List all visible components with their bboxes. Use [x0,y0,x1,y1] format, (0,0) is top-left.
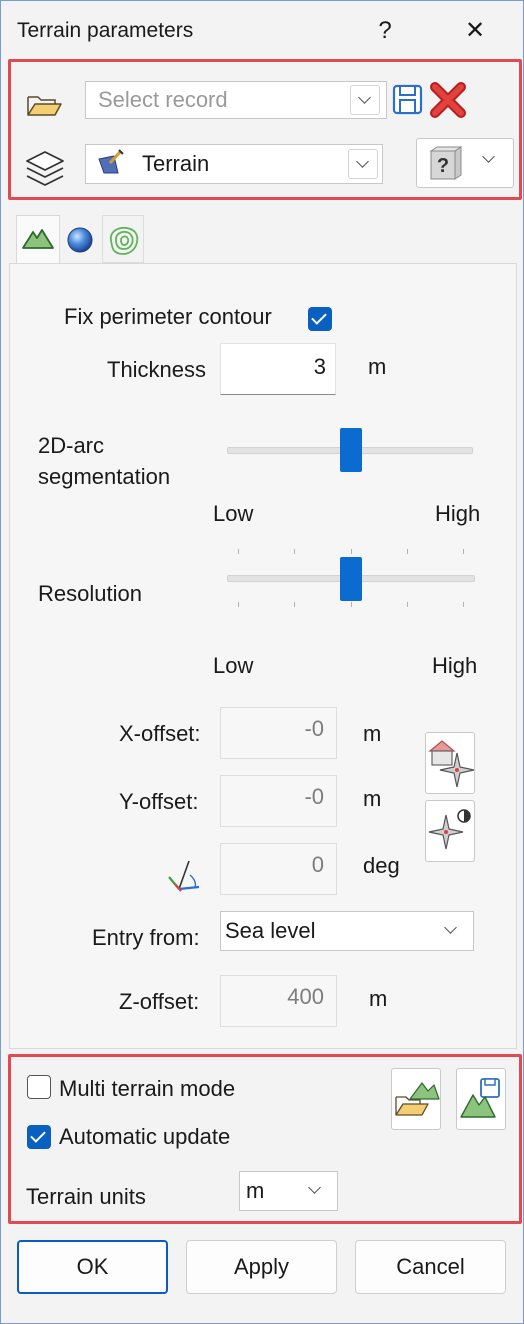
z-offset-unit: m [369,986,388,1011]
angle-value: 0 [311,852,324,877]
save-terrain-button[interactable] [456,1068,506,1130]
close-button[interactable]: ✕ [455,13,495,49]
record-select-placeholder: Select record [98,87,228,112]
thickness-value: 3 [313,354,326,379]
rotation-angle-icon [163,857,209,897]
fix-perimeter-checkbox[interactable] [308,307,332,331]
record-select[interactable]: Select record [85,81,387,119]
terrain-units-value: m [246,1178,265,1203]
z-offset-input[interactable]: 400 [220,975,337,1027]
entry-from-select[interactable]: Sea level [220,911,474,951]
y-offset-unit: m [363,786,382,811]
help-chevron-down-icon[interactable] [475,145,505,175]
x-offset-input[interactable]: -0 [220,707,337,759]
mountain-icon [22,229,54,249]
cancel-button[interactable]: Cancel [355,1240,506,1294]
sphere-icon [67,227,93,253]
angle-input[interactable]: 0 [220,843,337,895]
open-terrain-button[interactable] [391,1068,441,1130]
fix-perimeter-label: Fix perimeter contour [64,304,272,329]
resolution-high-label: High [432,653,478,678]
layers-icon [23,146,67,192]
multi-terrain-label: Multi terrain mode [59,1076,236,1101]
record-chevron-down-icon[interactable] [350,85,380,115]
tab-contour[interactable] [102,215,144,263]
pick-position-button[interactable] [425,732,475,794]
target-contrast-icon [428,809,471,850]
save-record-button[interactable] [390,81,426,119]
thickness-label: Thickness [107,357,207,382]
resolution-tick [294,549,295,554]
resolution-tick [407,549,408,554]
x-offset-unit: m [363,721,382,746]
resolution-label: Resolution [38,581,142,606]
x-offset-value: -0 [304,716,324,741]
entry-from-label: Entry from: [92,925,200,950]
reset-offset-button[interactable] [425,800,475,862]
entry-from-chevron-down-icon[interactable] [437,916,467,946]
resolution-tick [351,549,352,554]
resolution-tick [463,549,464,554]
window-title: Terrain parameters [17,19,194,42]
resolution-tick [351,602,352,607]
open-folder-icon[interactable] [25,91,65,119]
multi-terrain-checkbox[interactable] [27,1075,51,1099]
resolution-low-label: Low [213,653,254,678]
red-x-delete-icon [430,82,466,118]
tab-terrain[interactable] [16,215,60,265]
automatic-update-checkbox[interactable] [27,1125,51,1149]
arc-segmentation-high-label: High [435,501,481,526]
terrain-units-chevron-down-icon[interactable] [301,1176,331,1206]
arc-segmentation-label-line1: 2D-arc [38,433,105,458]
resolution-tick [238,549,239,554]
delete-record-button[interactable] [429,81,467,119]
thickness-unit: m [368,354,387,379]
arc-segmentation-low-label: Low [213,501,254,526]
layer-select-value: Terrain [142,151,210,176]
z-offset-value: 400 [287,984,324,1009]
terrain-units-label: Terrain units [26,1184,146,1209]
resolution-tick [407,602,408,607]
contour-lines-icon [110,226,139,255]
arc-segmentation-slider-thumb[interactable] [340,428,362,472]
z-offset-label: Z-offset: [119,989,200,1014]
apply-button[interactable]: Apply [186,1240,337,1294]
help-book-icon: ? [425,145,465,183]
resolution-slider-thumb[interactable] [340,557,362,601]
y-offset-value: -0 [304,784,324,809]
house-target-icon [428,740,475,788]
ok-button[interactable]: OK [17,1240,168,1294]
floppy-disk-icon [392,84,423,115]
thickness-input[interactable]: 3 [220,343,336,395]
resolution-tick [463,602,464,607]
automatic-update-label: Automatic update [59,1124,231,1149]
folder-terrain-icon [395,1082,440,1116]
terrain-save-icon [460,1078,500,1118]
entry-from-value: Sea level [225,918,316,943]
layer-select[interactable]: Terrain [85,144,383,184]
angle-unit: deg [363,853,400,878]
resolution-tick [238,602,239,607]
help-dropdown-button[interactable]: ? [416,138,514,188]
svg-text:?: ? [437,155,449,177]
resolution-tick [294,602,295,607]
dialog-window: Terrain parameters ? ✕ Select record Ter… [0,0,524,1324]
y-offset-input[interactable]: -0 [220,775,337,827]
x-offset-label: X-offset: [119,721,201,746]
terrain-layer-icon [96,149,124,177]
help-title-button[interactable]: ? [365,13,405,49]
y-offset-label: Y-offset: [119,789,199,814]
layer-chevron-down-icon[interactable] [348,149,378,179]
terrain-units-select[interactable]: m [239,1171,338,1211]
tab-sphere[interactable] [60,217,100,263]
arc-segmentation-label-line2: segmentation [38,464,171,489]
